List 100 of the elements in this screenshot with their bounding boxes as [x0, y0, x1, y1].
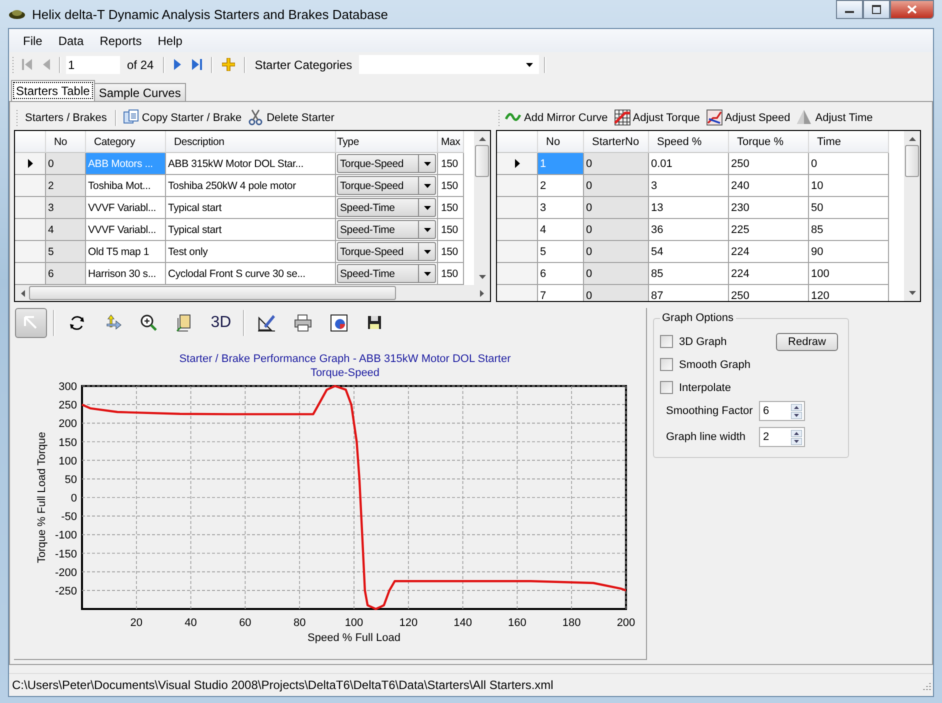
- pyramid-icon: [796, 109, 814, 126]
- graph-tool-button[interactable]: 3D: [205, 308, 237, 338]
- dropdown-arrow-icon: [526, 62, 534, 66]
- checkbox-label[interactable]: 3D Graph: [679, 336, 727, 348]
- row-header[interactable]: [15, 153, 46, 175]
- toolbar-button[interactable]: Delete Starter: [246, 107, 336, 128]
- window-title: Helix delta-T Dynamic Analysis Starters and Brakes Database: [32, 6, 388, 22]
- maximize-button[interactable]: [863, 0, 890, 19]
- row-header: [497, 131, 538, 153]
- y-tick-label: 100: [58, 455, 77, 468]
- toolbar-button[interactable]: Adjust Torque: [612, 107, 702, 128]
- scroll-thumb[interactable]: [29, 286, 396, 300]
- vertical-scrollbar[interactable]: [474, 131, 490, 285]
- grip-icon: [12, 56, 15, 74]
- table-cell[interactable]: Old T5 map 1: [86, 241, 166, 263]
- type-dropdown[interactable]: Speed-Time: [337, 264, 436, 283]
- horizontal-scrollbar[interactable]: [15, 285, 490, 301]
- x-tick-label: 80: [293, 617, 306, 629]
- y-tick-label: -100: [54, 530, 77, 542]
- ruler-pen-icon: [258, 314, 276, 332]
- column-header[interactable]: Type: [336, 131, 438, 153]
- x-tick-label: 140: [454, 617, 472, 629]
- minimize-button[interactable]: [836, 0, 863, 19]
- tab[interactable]: Starters Table: [11, 80, 95, 101]
- dropdown-arrow-icon: [424, 184, 430, 188]
- dropdown-value: Torque-Speed: [339, 156, 405, 172]
- type-dropdown[interactable]: Speed-Time: [337, 220, 436, 239]
- table-cell: 36: [649, 219, 729, 241]
- column-header[interactable]: Speed %: [649, 131, 729, 153]
- chart-icon: [706, 109, 723, 126]
- redraw-button[interactable]: Redraw: [776, 332, 838, 350]
- scroll-thumb[interactable]: [905, 145, 919, 177]
- menu-item[interactable]: Help: [150, 34, 190, 48]
- table-cell: 90: [809, 241, 889, 263]
- spin-down-icon: [791, 412, 802, 418]
- group-title: Graph Options: [660, 312, 736, 324]
- close-button[interactable]: [890, 0, 934, 19]
- column-header[interactable]: Max: [438, 131, 464, 153]
- column-header[interactable]: Torque %: [729, 131, 809, 153]
- tab[interactable]: Sample Curves: [94, 83, 186, 101]
- table-cell: Typical start: [166, 219, 336, 241]
- toolbar-button[interactable]: Copy Starter / Brake: [120, 107, 244, 128]
- type-dropdown[interactable]: Speed-Time: [337, 198, 436, 217]
- toolbar-button[interactable]: Add Mirror Curve: [503, 107, 610, 128]
- column-header[interactable]: Description: [166, 131, 336, 153]
- type-dropdown[interactable]: Torque-Speed: [337, 154, 436, 173]
- printer-icon: [294, 314, 312, 332]
- table-cell: 85: [809, 219, 889, 241]
- table-cell[interactable]: VVVF Variabl...: [86, 219, 166, 241]
- close-icon: [907, 5, 917, 14]
- table-cell: 10: [809, 175, 889, 197]
- checkbox[interactable]: [660, 358, 673, 371]
- status-text: C:\Users\Peter\Documents\Visual Studio 2008\Projects\DeltaT6\DeltaT6\Data\Starters\All Starters.xml: [12, 678, 554, 692]
- rotate-icon: [68, 314, 86, 332]
- y-axis-label: Torque % Full Load Torque: [36, 432, 48, 564]
- chart-subtitle: Torque-Speed: [309, 366, 380, 380]
- pie-chart-icon: [330, 314, 348, 332]
- scroll-thumb[interactable]: [475, 145, 489, 177]
- scroll-up-icon: [908, 137, 916, 141]
- column-header[interactable]: Time: [809, 131, 889, 153]
- toolbar-button[interactable]: Adjust Speed: [704, 107, 792, 128]
- scroll-up-icon: [478, 137, 486, 141]
- type-dropdown[interactable]: Torque-Speed: [337, 242, 436, 261]
- row-header[interactable]: [497, 153, 538, 175]
- checkbox[interactable]: [660, 335, 673, 348]
- grid-chart-icon: [614, 109, 631, 126]
- y-tick-label: -250: [54, 585, 77, 598]
- toolbar-button[interactable]: Adjust Time: [794, 107, 875, 128]
- table-cell: 5: [46, 241, 86, 263]
- scroll-left-icon: [21, 290, 25, 296]
- dropdown-arrow-icon: [424, 206, 430, 210]
- number-spinner[interactable]: 2: [759, 427, 805, 447]
- column-header[interactable]: Category: [86, 131, 166, 153]
- x-tick-label: 100: [344, 617, 364, 629]
- y-tick-label: 0: [70, 492, 77, 504]
- table-cell[interactable]: VVVF Variabl...: [86, 197, 166, 219]
- table-cell: 13: [649, 197, 729, 219]
- column-header[interactable]: StarterNo: [584, 131, 649, 153]
- table-cell: 250: [729, 285, 809, 301]
- y-tick-label: 200: [58, 418, 77, 430]
- vertical-scrollbar[interactable]: [904, 131, 920, 301]
- table-cell: 0: [584, 153, 649, 175]
- number-spinner[interactable]: 6: [759, 401, 805, 421]
- menu-item[interactable]: File: [15, 34, 50, 48]
- y-tick-label: -150: [54, 548, 77, 560]
- position-field[interactable]: 1: [66, 56, 120, 74]
- checkbox-label[interactable]: Smooth Graph: [679, 358, 751, 370]
- menu-item[interactable]: Reports: [92, 34, 150, 48]
- column-header[interactable]: No: [46, 131, 86, 153]
- table-cell: 120: [809, 285, 889, 301]
- table-cell[interactable]: Toshiba Mot...: [86, 175, 166, 197]
- table-cell: Typical start: [166, 197, 336, 219]
- table-cell: 150: [438, 241, 464, 263]
- type-dropdown[interactable]: Torque-Speed: [337, 176, 436, 195]
- checkbox[interactable]: [660, 381, 673, 394]
- table-cell: 225: [729, 219, 809, 241]
- checkbox-label[interactable]: Interpolate: [679, 382, 731, 394]
- helmet-icon: [8, 9, 26, 19]
- column-header[interactable]: No: [538, 131, 584, 153]
- menu-item[interactable]: Data: [50, 34, 92, 48]
